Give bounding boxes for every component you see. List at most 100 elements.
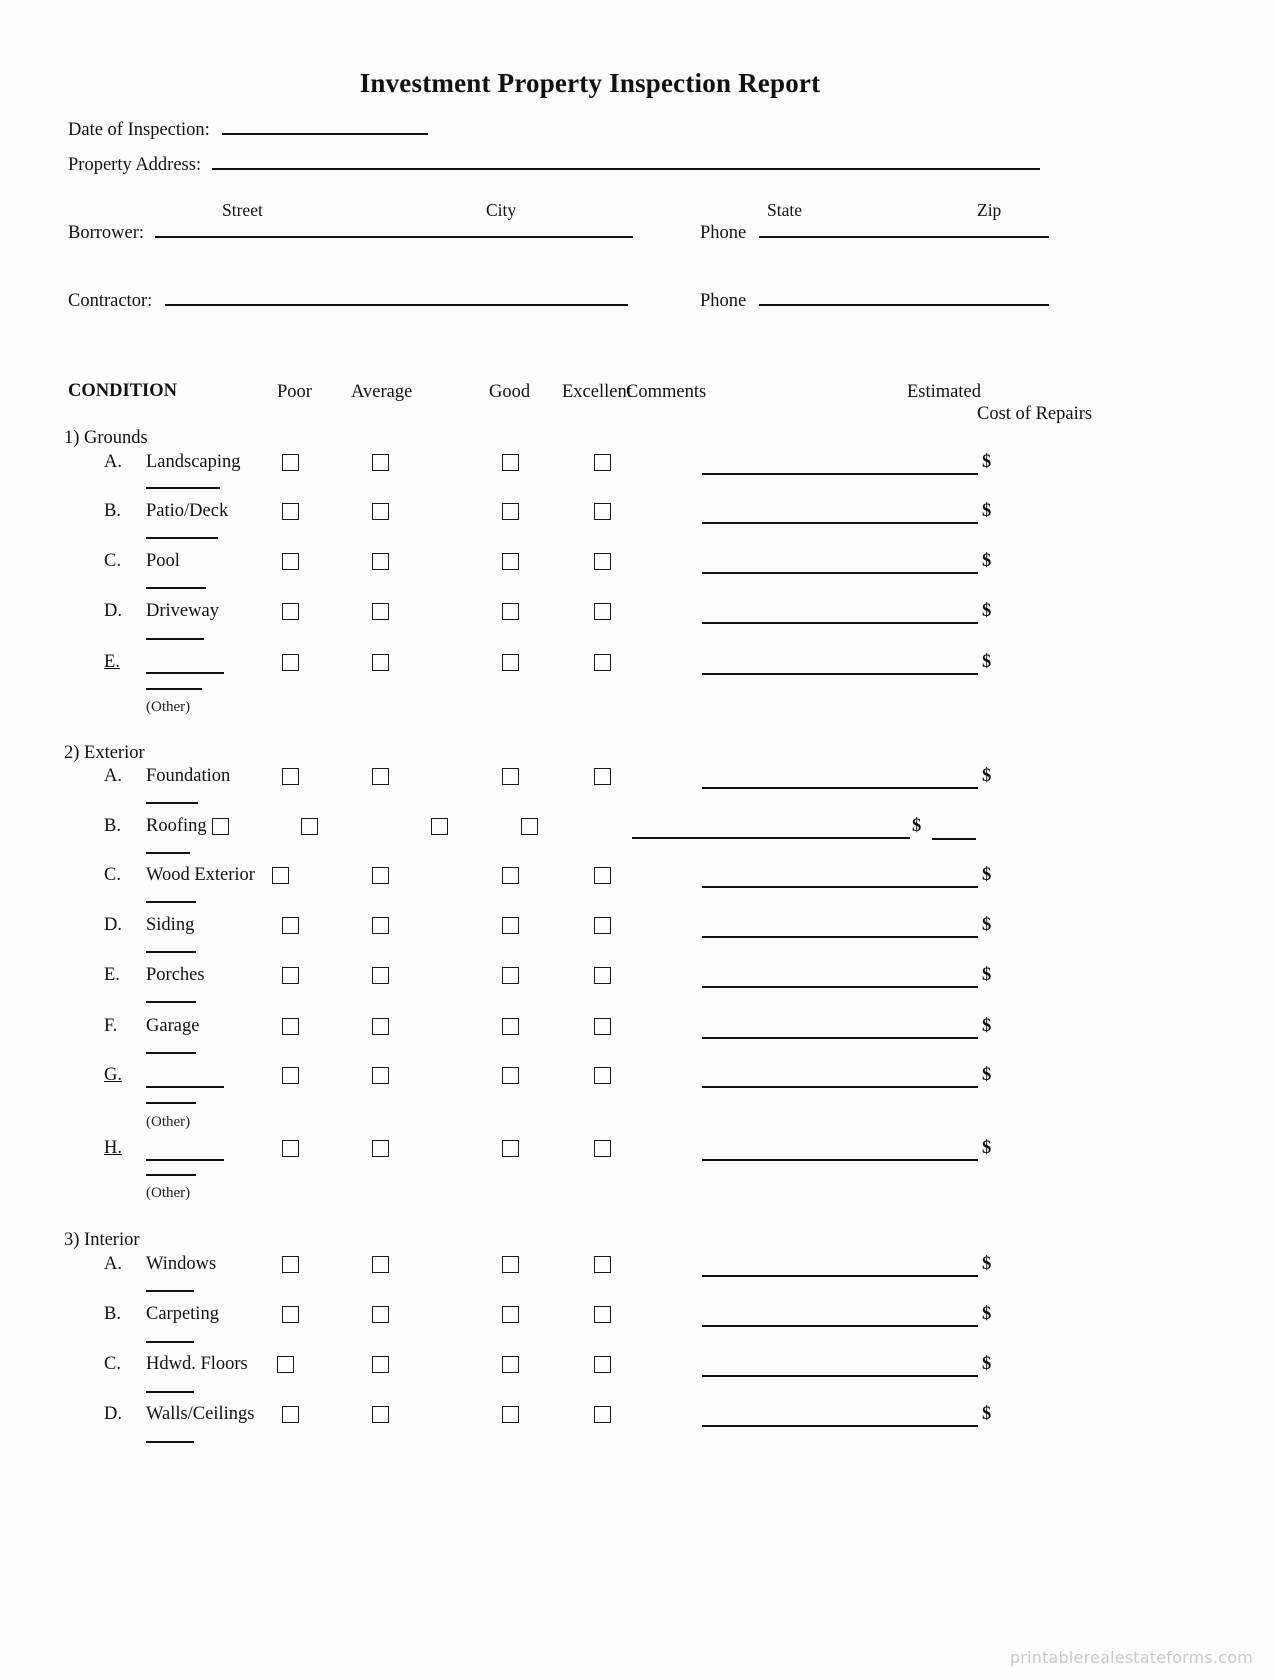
checkbox-good-interior-c[interactable] <box>502 1356 519 1373</box>
checkbox-excellent-exterior-c[interactable] <box>594 867 611 884</box>
property-address-input[interactable] <box>211 168 1040 170</box>
checkbox-excellent-grounds-c[interactable] <box>594 553 611 570</box>
checkbox-poor-interior-c[interactable] <box>277 1356 294 1373</box>
checkbox-poor-interior-d[interactable] <box>282 1406 299 1423</box>
checkbox-excellent-grounds-d[interactable] <box>594 603 611 620</box>
comments-input-interior-b[interactable] <box>702 1325 978 1327</box>
checkbox-poor-grounds-a[interactable] <box>282 454 299 471</box>
checkbox-average-interior-c[interactable] <box>372 1356 389 1373</box>
checkbox-excellent-exterior-d[interactable] <box>594 917 611 934</box>
checkbox-poor-exterior-c[interactable] <box>272 867 289 884</box>
checkbox-average-interior-a[interactable] <box>372 1256 389 1273</box>
checkbox-poor-interior-a[interactable] <box>282 1256 299 1273</box>
checkbox-good-grounds-d[interactable] <box>502 603 519 620</box>
checkbox-good-exterior-f[interactable] <box>502 1018 519 1035</box>
checkbox-excellent-grounds-e[interactable] <box>594 654 611 671</box>
borrower-input[interactable] <box>154 236 633 238</box>
comments-input-exterior-c[interactable] <box>702 886 978 888</box>
borrower-phone-row: Phone <box>700 223 1049 244</box>
checkbox-poor-grounds-c[interactable] <box>282 553 299 570</box>
comments-input-grounds-a[interactable] <box>702 473 978 475</box>
checkbox-average-exterior-c[interactable] <box>372 867 389 884</box>
checkbox-good-exterior-b[interactable] <box>431 818 448 835</box>
checkbox-good-exterior-h[interactable] <box>502 1140 519 1157</box>
checkbox-poor-exterior-g[interactable] <box>282 1067 299 1084</box>
checkbox-average-interior-d[interactable] <box>372 1406 389 1423</box>
checkbox-good-exterior-c[interactable] <box>502 867 519 884</box>
checkbox-poor-grounds-e[interactable] <box>282 654 299 671</box>
comments-input-interior-d[interactable] <box>702 1425 978 1427</box>
checkbox-excellent-interior-c[interactable] <box>594 1356 611 1373</box>
checkbox-excellent-interior-a[interactable] <box>594 1256 611 1273</box>
item-name-input-exterior-g[interactable] <box>146 1086 224 1088</box>
comments-input-grounds-e[interactable] <box>702 673 978 675</box>
checkbox-good-interior-d[interactable] <box>502 1406 519 1423</box>
checkbox-average-grounds-a[interactable] <box>372 454 389 471</box>
checkbox-average-exterior-a[interactable] <box>372 768 389 785</box>
checkbox-good-grounds-a[interactable] <box>502 454 519 471</box>
item-name-input-exterior-h[interactable] <box>146 1159 224 1161</box>
checkbox-excellent-exterior-g[interactable] <box>594 1067 611 1084</box>
checkbox-poor-grounds-d[interactable] <box>282 603 299 620</box>
comments-input-exterior-g[interactable] <box>702 1086 978 1088</box>
cost-input-exterior-b[interactable] <box>932 838 976 840</box>
comments-input-grounds-c[interactable] <box>702 572 978 574</box>
checkbox-average-exterior-g[interactable] <box>372 1067 389 1084</box>
checkbox-average-grounds-b[interactable] <box>372 503 389 520</box>
checkbox-average-grounds-d[interactable] <box>372 603 389 620</box>
checkbox-poor-exterior-b[interactable] <box>212 818 229 835</box>
dollar-sign-exterior-c: $ <box>982 865 992 885</box>
checkbox-average-interior-b[interactable] <box>372 1306 389 1323</box>
checkbox-average-grounds-e[interactable] <box>372 654 389 671</box>
contractor-input[interactable] <box>164 304 628 306</box>
checkbox-average-exterior-b[interactable] <box>301 818 318 835</box>
checkbox-excellent-grounds-b[interactable] <box>594 503 611 520</box>
checkbox-good-interior-b[interactable] <box>502 1306 519 1323</box>
checkbox-excellent-interior-b[interactable] <box>594 1306 611 1323</box>
borrower-phone-input[interactable] <box>758 236 1049 238</box>
comments-input-interior-c[interactable] <box>702 1375 978 1377</box>
comments-input-interior-a[interactable] <box>702 1275 978 1277</box>
checkbox-poor-exterior-f[interactable] <box>282 1018 299 1035</box>
comments-input-exterior-h[interactable] <box>702 1159 978 1161</box>
checkbox-poor-exterior-a[interactable] <box>282 768 299 785</box>
checkbox-poor-interior-b[interactable] <box>282 1306 299 1323</box>
checkbox-excellent-grounds-a[interactable] <box>594 454 611 471</box>
checkbox-average-exterior-e[interactable] <box>372 967 389 984</box>
checkbox-good-exterior-a[interactable] <box>502 768 519 785</box>
checkbox-average-exterior-d[interactable] <box>372 917 389 934</box>
checkbox-average-grounds-c[interactable] <box>372 553 389 570</box>
checkbox-good-exterior-d[interactable] <box>502 917 519 934</box>
checkbox-average-exterior-h[interactable] <box>372 1140 389 1157</box>
checkbox-excellent-exterior-b[interactable] <box>521 818 538 835</box>
checkbox-good-exterior-g[interactable] <box>502 1067 519 1084</box>
checkbox-average-exterior-f[interactable] <box>372 1018 389 1035</box>
checkbox-poor-exterior-d[interactable] <box>282 917 299 934</box>
checkbox-excellent-exterior-a[interactable] <box>594 768 611 785</box>
checkbox-poor-exterior-h[interactable] <box>282 1140 299 1157</box>
date-of-inspection-input[interactable] <box>222 133 429 135</box>
item-name-input-grounds-e[interactable] <box>146 672 224 674</box>
section-title-interior: 3) Interior <box>64 1230 140 1250</box>
comments-input-exterior-e[interactable] <box>702 986 978 988</box>
comments-input-grounds-d[interactable] <box>702 622 978 624</box>
checkbox-poor-grounds-b[interactable] <box>282 503 299 520</box>
checkbox-good-grounds-b[interactable] <box>502 503 519 520</box>
comments-input-grounds-b[interactable] <box>702 522 978 524</box>
borrower-label: Borrower: <box>68 223 145 243</box>
checkbox-good-interior-a[interactable] <box>502 1256 519 1273</box>
comments-input-exterior-f[interactable] <box>702 1037 978 1039</box>
checkbox-excellent-exterior-e[interactable] <box>594 967 611 984</box>
contractor-phone-input[interactable] <box>758 304 1049 306</box>
checkbox-good-exterior-e[interactable] <box>502 967 519 984</box>
comments-input-exterior-a[interactable] <box>702 787 978 789</box>
checkbox-good-grounds-c[interactable] <box>502 553 519 570</box>
checkbox-excellent-exterior-f[interactable] <box>594 1018 611 1035</box>
checkbox-excellent-exterior-h[interactable] <box>594 1140 611 1157</box>
property-address-row: Property Address: <box>68 155 1040 176</box>
checkbox-poor-exterior-e[interactable] <box>282 967 299 984</box>
checkbox-good-grounds-e[interactable] <box>502 654 519 671</box>
comments-input-exterior-b[interactable] <box>632 837 910 839</box>
checkbox-excellent-interior-d[interactable] <box>594 1406 611 1423</box>
comments-input-exterior-d[interactable] <box>702 936 978 938</box>
